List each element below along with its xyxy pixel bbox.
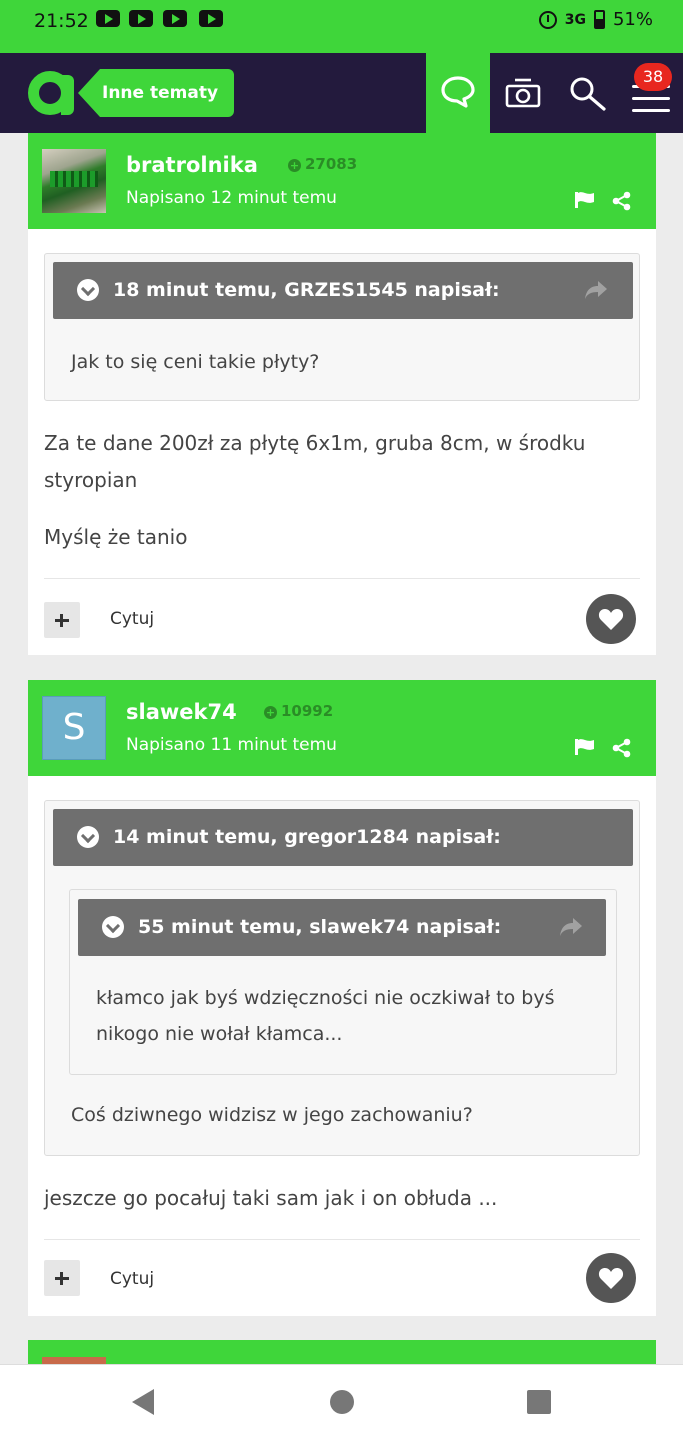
home-icon[interactable] — [330, 1390, 354, 1414]
forum-post: S slawek74 +10992 Napisano 11 minut temu… — [28, 680, 656, 1316]
forum-post: bratrolnika +27083 Napisano 12 minut tem… — [28, 133, 656, 655]
recents-icon[interactable] — [527, 1390, 551, 1414]
reputation-score: +27083 — [288, 155, 358, 173]
like-button[interactable] — [586, 594, 636, 644]
plus-circle-icon: + — [288, 159, 301, 172]
chevron-down-icon[interactable] — [77, 826, 99, 848]
alarm-icon — [538, 10, 557, 29]
quote-header[interactable]: 55 minut temu, slawek74 napisał: — [78, 899, 606, 956]
reply-arrow-icon[interactable] — [583, 278, 609, 302]
forum-post-partial — [28, 1340, 656, 1364]
chevron-down-icon[interactable] — [77, 279, 99, 301]
chevron-down-icon[interactable] — [102, 916, 124, 938]
post-timestamp[interactable]: Napisano 12 minut temu — [126, 188, 337, 208]
camera-icon — [505, 78, 541, 108]
other-topics-button[interactable]: Inne tematy — [77, 69, 235, 117]
youtube-icon — [199, 10, 223, 27]
share-icon[interactable] — [612, 738, 632, 758]
youtube-icon — [96, 10, 120, 27]
share-icon[interactable] — [612, 191, 632, 211]
divider — [44, 1239, 640, 1240]
plus-circle-icon: + — [264, 706, 277, 719]
other-topics-label: Inne tematy — [102, 83, 219, 103]
nested-quote-block: 55 minut temu, slawek74 napisał: kłamco … — [69, 889, 617, 1075]
quote-button[interactable]: Cytuj — [110, 609, 154, 629]
heart-icon — [598, 609, 624, 630]
back-icon[interactable] — [132, 1389, 154, 1415]
status-icons: 3G 51% — [538, 9, 653, 30]
quote-text: Coś dziwnego widzisz w jego zachowaniu? — [71, 1104, 473, 1126]
reply-arrow-icon[interactable] — [558, 915, 584, 939]
status-time: 21:52 — [34, 10, 89, 32]
like-button[interactable] — [586, 1253, 636, 1303]
search-button[interactable] — [568, 75, 608, 117]
search-icon — [570, 77, 606, 111]
app-header: Inne tematy 38 — [0, 53, 683, 133]
quote-text: kłamco jak byś wdzięczności nie oczkiwał… — [96, 987, 555, 1045]
youtube-icon — [163, 10, 187, 27]
post-body-paragraph: jeszcze go pocałuj taki sam jak i on obł… — [44, 1186, 498, 1210]
avatar[interactable] — [42, 149, 106, 213]
post-timestamp[interactable]: Napisano 11 minut temu — [126, 735, 337, 755]
heart-icon — [598, 1268, 624, 1289]
chat-button[interactable] — [426, 53, 490, 133]
quote-header[interactable]: 14 minut temu, gregor1284 napisał: — [53, 809, 633, 866]
multiquote-button[interactable] — [44, 1260, 80, 1296]
divider — [44, 578, 640, 579]
notification-badge: 38 — [634, 63, 672, 91]
quote-button[interactable]: Cytuj — [110, 1269, 154, 1289]
flag-icon[interactable] — [574, 191, 596, 209]
camera-button[interactable] — [504, 75, 542, 113]
avatar[interactable]: S — [42, 696, 106, 760]
status-bar: 21:52 3G 51% — [0, 0, 683, 53]
post-body-paragraph: Myślę że tanio — [44, 525, 188, 549]
post-author[interactable]: bratrolnika — [126, 153, 258, 177]
reputation-score: +10992 — [264, 702, 334, 720]
youtube-icon — [129, 10, 153, 27]
system-nav-bar — [0, 1364, 683, 1440]
multiquote-button[interactable] — [44, 602, 80, 638]
quote-block: 14 minut temu, gregor1284 napisał: 55 mi… — [44, 800, 640, 1156]
network-type: 3G — [564, 11, 586, 28]
quote-header[interactable]: 18 minut temu, GRZES1545 napisał: — [53, 262, 633, 319]
post-body-paragraph: Za te dane 200zł za płytę 6x1m, gruba 8c… — [44, 431, 586, 492]
chat-icon — [441, 76, 475, 108]
logo[interactable] — [28, 71, 78, 115]
quote-block: 18 minut temu, GRZES1545 napisał: Jak to… — [44, 253, 640, 401]
battery-level: 51% — [612, 9, 653, 30]
post-header: S slawek74 +10992 Napisano 11 minut temu — [28, 680, 656, 776]
flag-icon[interactable] — [574, 738, 596, 756]
post-header: bratrolnika +27083 Napisano 12 minut tem… — [28, 133, 656, 229]
post-author[interactable]: slawek74 — [126, 700, 237, 724]
quote-text: Jak to się ceni takie płyty? — [71, 351, 320, 373]
battery-icon — [593, 10, 605, 29]
